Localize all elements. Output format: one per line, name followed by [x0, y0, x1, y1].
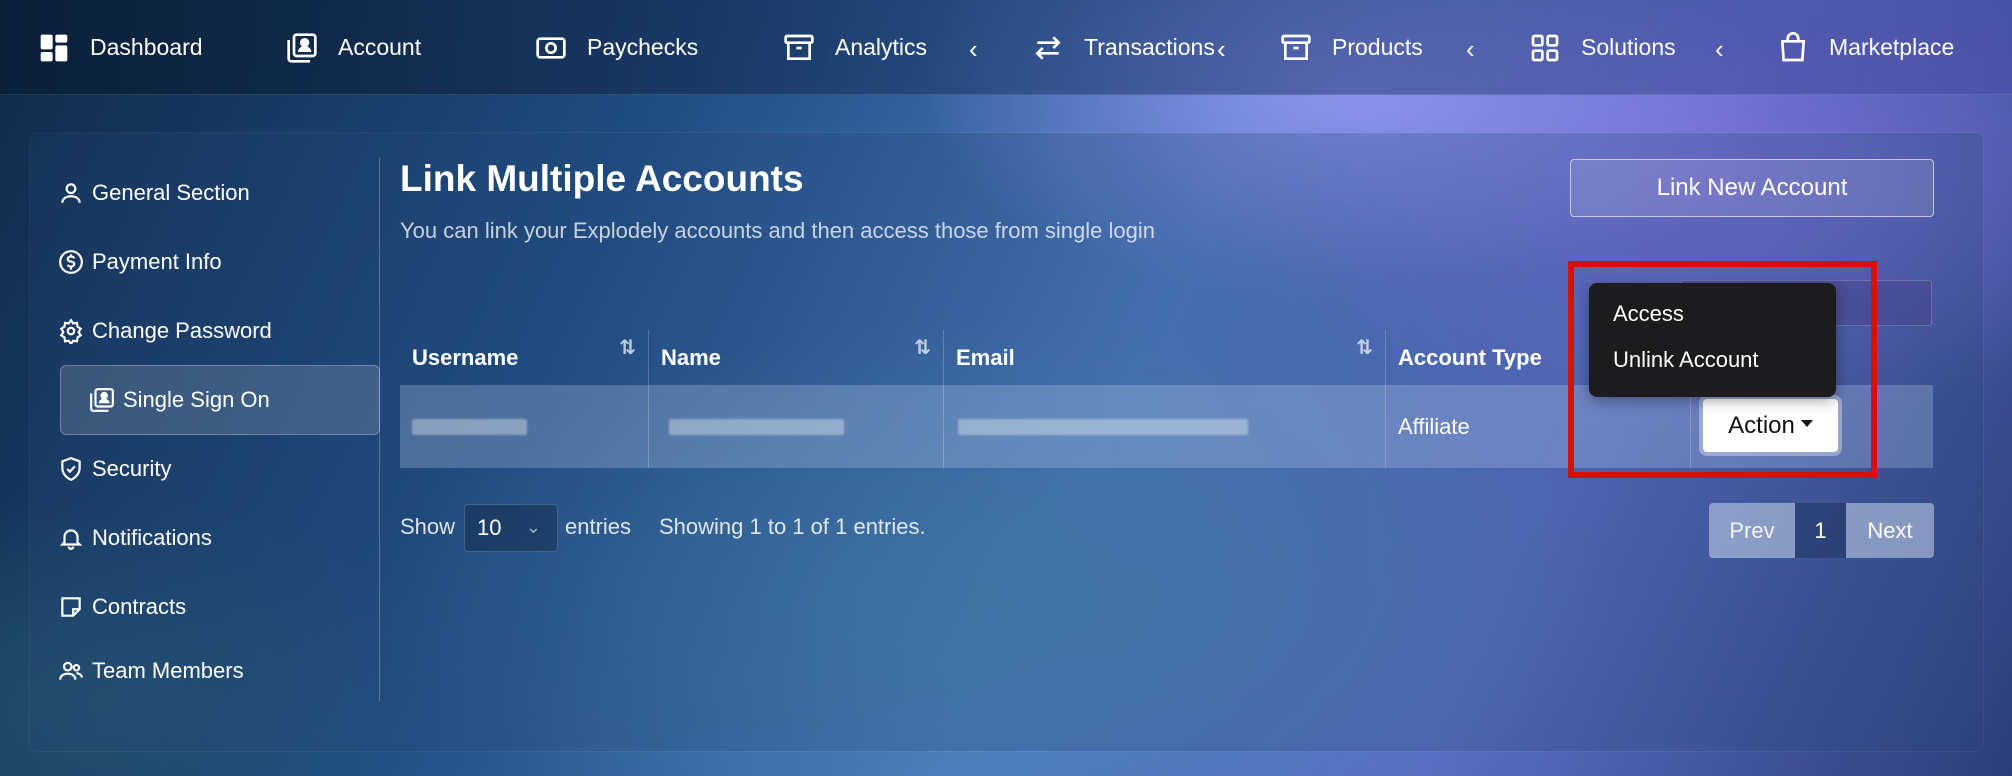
nav-item-account[interactable]: Account — [286, 0, 421, 95]
column-header-username[interactable]: Username ⇅ — [400, 330, 648, 385]
chevron-left-icon[interactable]: ‹ — [969, 34, 978, 65]
nav-label-account: Account — [338, 34, 422, 60]
sidebar-item-contracts[interactable]: Contracts — [30, 572, 350, 642]
sidebar-divider — [379, 158, 380, 701]
column-header-name[interactable]: Name ⇅ — [648, 330, 943, 385]
sidebar-item-label: Contracts — [92, 594, 187, 619]
sort-icon[interactable]: ⇅ — [914, 335, 931, 360]
showing-entries-text: Showing 1 to 1 of 1 entries. — [659, 514, 926, 539]
entries-value: 10 — [477, 515, 502, 540]
account-type-value: Affiliate — [1398, 413, 1470, 439]
redacted-text — [958, 418, 1248, 435]
column-label: Name — [661, 344, 721, 370]
link-new-account-button[interactable]: Link New Account — [1570, 159, 1934, 217]
cell-name — [648, 385, 943, 468]
column-label: Username — [412, 344, 519, 370]
nav-item-dashboard[interactable]: Dashboard — [38, 0, 203, 95]
nav-item-products[interactable]: Products — [1280, 0, 1423, 95]
dollar-circle-icon — [59, 250, 83, 274]
sidebar-item-team-members[interactable]: Team Members — [30, 636, 350, 706]
redacted-text — [669, 418, 844, 435]
page-title: Link Multiple Accounts — [400, 158, 804, 199]
nav-item-solutions[interactable]: Solutions — [1529, 0, 1676, 95]
cell-username — [400, 385, 648, 468]
account-icon — [287, 32, 317, 63]
entries-label: entries — [565, 514, 632, 539]
person-icon — [61, 183, 81, 203]
sort-icon[interactable]: ⇅ — [1356, 335, 1373, 360]
account-card-icon — [90, 388, 114, 412]
nav-label-analytics: Analytics — [835, 34, 928, 60]
grid-icon — [1531, 34, 1559, 61]
sidebar-item-general-section[interactable]: General Section — [30, 158, 350, 228]
page-number-button[interactable]: 1 — [1795, 503, 1846, 558]
shield-icon — [61, 457, 81, 482]
sidebar-item-label: Payment Info — [92, 249, 222, 274]
chevron-left-icon[interactable]: ‹ — [1466, 34, 1475, 65]
pagination: Prev 1 Next — [1709, 503, 1934, 558]
nav-label-paychecks: Paychecks — [587, 34, 699, 60]
sidebar-item-notifications[interactable]: Notifications — [30, 503, 350, 573]
redacted-text — [412, 418, 527, 435]
bell-icon — [59, 529, 83, 550]
sidebar-item-payment-info[interactable]: Payment Info — [30, 227, 350, 297]
sidebar-item-label: Team Members — [92, 658, 244, 683]
top-navigation: Dashboard Account Paychecks Analytics ‹ … — [0, 0, 2012, 95]
nav-item-marketplace[interactable]: Marketplace — [1777, 0, 1954, 95]
nav-label-marketplace: Marketplace — [1829, 34, 1955, 60]
entries-per-page-select[interactable]: 10 ⌄ — [464, 504, 558, 552]
sidebar-item-change-password[interactable]: Change Password — [30, 296, 350, 366]
note-icon — [61, 597, 81, 617]
paychecks-icon — [536, 36, 566, 59]
next-page-button[interactable]: Next — [1846, 503, 1934, 558]
transfer-icon — [1035, 35, 1061, 60]
highlight-box — [1568, 261, 1877, 478]
nav-label-transactions: Transactions — [1084, 34, 1215, 60]
dashboard-icon — [40, 34, 68, 61]
archive-icon — [1281, 34, 1311, 60]
chevron-left-icon[interactable]: ‹ — [1217, 34, 1226, 65]
cell-email — [943, 385, 1385, 468]
chevron-down-icon: ⌄ — [525, 517, 541, 537]
column-label: Email — [956, 344, 1015, 370]
sidebar-item-label: Notifications — [92, 525, 212, 550]
column-label: Account Type — [1398, 344, 1542, 370]
sidebar-item-single-sign-on[interactable]: Single Sign On — [60, 365, 380, 435]
nav-item-transactions[interactable]: Transactions — [1032, 0, 1215, 95]
sidebar-item-label: Single Sign On — [123, 387, 270, 412]
show-label: Show — [400, 514, 456, 539]
prev-page-button[interactable]: Prev — [1709, 503, 1795, 558]
nav-item-paychecks[interactable]: Paychecks — [535, 0, 698, 95]
page-subtitle: You can link your Explodely accounts and… — [400, 218, 1155, 243]
sidebar-item-label: Security — [92, 456, 172, 481]
nav-label-solutions: Solutions — [1581, 34, 1676, 60]
nav-label-products: Products — [1332, 34, 1423, 60]
team-icon — [59, 661, 83, 680]
sidebar-item-security[interactable]: Security — [30, 434, 350, 504]
sort-icon[interactable]: ⇅ — [619, 335, 636, 360]
gear-icon — [59, 318, 83, 344]
column-header-email[interactable]: Email ⇅ — [943, 330, 1385, 385]
bag-icon — [1780, 31, 1806, 61]
archive-icon — [784, 34, 814, 60]
chevron-left-icon[interactable]: ‹ — [1715, 34, 1724, 65]
sidebar-item-label: Change Password — [92, 318, 272, 343]
nav-label-dashboard: Dashboard — [90, 34, 203, 60]
sidebar-item-label: General Section — [92, 180, 250, 205]
nav-item-analytics[interactable]: Analytics — [783, 0, 927, 95]
